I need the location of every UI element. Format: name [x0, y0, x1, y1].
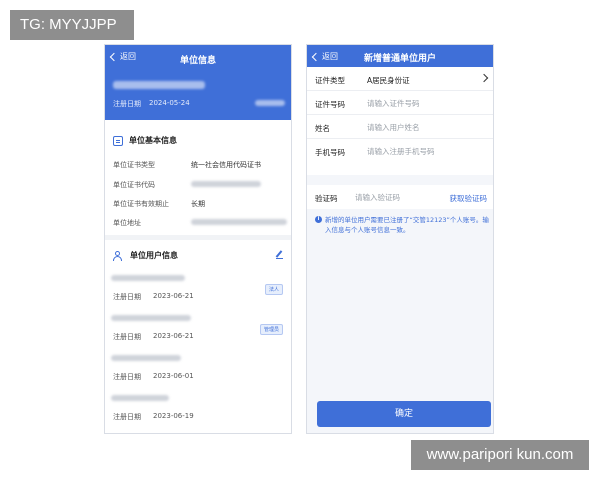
confirm-button[interactable]: 确定	[317, 401, 491, 427]
watermark-bottom: www.paripori kun.com	[411, 440, 589, 470]
code-label: 验证码	[315, 194, 338, 203]
section-divider	[105, 235, 291, 240]
user-date-row: 注册日期 2023-06-19	[113, 412, 194, 422]
user-name-redacted	[111, 315, 191, 321]
edit-icon[interactable]	[276, 251, 283, 259]
registration-date-label: 注册日期	[113, 100, 141, 108]
user-icon	[113, 250, 124, 261]
name-row: 姓名	[307, 115, 493, 139]
code-input[interactable]	[355, 191, 437, 203]
user-name-redacted	[111, 275, 185, 281]
chevron-right-icon	[479, 73, 489, 83]
info-label-address: 单位地址	[113, 219, 141, 227]
info-label-cert-code: 单位证书代码	[113, 181, 155, 189]
info-label-cert-type: 单位证书类型	[113, 161, 155, 169]
user-name-redacted	[111, 355, 181, 361]
basic-info-heading: 单位基本信息	[113, 135, 177, 146]
info-value-cert-type: 统一社会信用代码证书	[191, 161, 261, 169]
verification-code-row: 验证码 获取验证码	[307, 185, 493, 209]
name-input[interactable]	[367, 121, 485, 133]
cert-type-value: A居民身份证	[367, 76, 410, 85]
role-badge: 法人	[264, 284, 283, 295]
notice-content: 新增的单位用户需要已注册了“交管12123”个人账号。输入信息与个人账号信息一致…	[325, 216, 489, 234]
cert-number-row: 证件号码	[307, 91, 493, 115]
user-date-value: 2023-06-19	[153, 412, 194, 420]
user-date-row: 注册日期 2023-06-01	[113, 372, 194, 382]
registration-date-value: 2024-05-24	[149, 99, 190, 107]
name-label: 姓名	[315, 124, 330, 133]
watermark-top: TG: MYYJJPP	[10, 10, 134, 40]
unit-users-title: 单位用户信息	[130, 251, 178, 260]
unit-users-heading: 单位用户信息	[113, 250, 178, 261]
page-title: 新增普通单位用户	[363, 54, 436, 64]
info-icon: i	[315, 216, 322, 223]
unit-name-redacted	[113, 81, 205, 89]
user-date-value: 2023-06-21	[153, 332, 194, 340]
cert-number-label: 证件号码	[315, 100, 345, 109]
user-name-redacted	[111, 395, 169, 401]
user-date-value: 2023-06-01	[153, 372, 194, 380]
page-title: 单位信息	[179, 56, 216, 66]
info-value-cert-expiry: 长期	[191, 200, 205, 208]
user-date-label: 注册日期	[113, 413, 141, 421]
unit-header: 返回 单位信息 注册日期 2024-05-24	[105, 45, 291, 120]
role-badge: 管理员	[259, 324, 283, 335]
basic-info-title: 单位基本信息	[129, 136, 177, 145]
cert-type-select[interactable]: 证件类型 A居民身份证	[307, 67, 493, 91]
unit-code-redacted	[255, 100, 285, 106]
user-date-label: 注册日期	[113, 373, 141, 381]
unit-info-screen: 返回 单位信息 注册日期 2024-05-24 单位基本信息 单位证书类型 统一…	[104, 44, 292, 434]
phone-row: 手机号码	[307, 139, 493, 163]
document-icon	[113, 135, 123, 146]
cert-type-label: 证件类型	[315, 76, 345, 85]
address-redacted	[191, 219, 287, 225]
user-form: 证件类型 A居民身份证 证件号码 姓名 手机号码	[307, 67, 493, 175]
user-date-row: 注册日期 2023-06-21	[113, 292, 194, 302]
user-date-value: 2023-06-21	[153, 292, 194, 300]
user-date-label: 注册日期	[113, 333, 141, 341]
registration-date-row: 注册日期 2024-05-24	[113, 99, 190, 109]
add-unit-user-screen: 返回 新增普通单位用户 证件类型 A居民身份证 证件号码 姓名 手机号码 验证码…	[306, 44, 494, 434]
get-code-link[interactable]: 获取验证码	[450, 193, 488, 204]
phone-label: 手机号码	[315, 148, 345, 157]
user-date-label: 注册日期	[113, 293, 141, 301]
nav-bar: 返回 新增普通单位用户	[307, 45, 493, 67]
nav-bar: 返回 单位信息	[105, 45, 291, 69]
notice-text: i 新增的单位用户需要已注册了“交管12123”个人账号。输入信息与个人账号信息…	[315, 215, 491, 235]
cert-code-redacted	[191, 181, 261, 187]
user-date-row: 注册日期 2023-06-21	[113, 332, 194, 342]
cert-number-input[interactable]	[367, 97, 485, 109]
info-label-cert-expiry: 单位证书有效期止	[113, 200, 169, 208]
phone-input[interactable]	[367, 145, 485, 157]
